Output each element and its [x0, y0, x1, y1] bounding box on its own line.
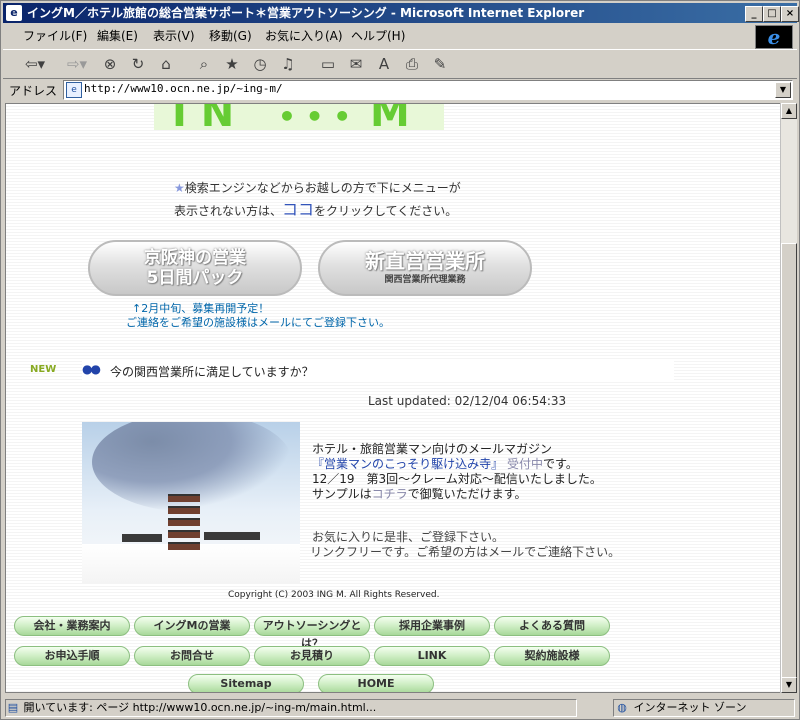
- keihanshin-pack-button[interactable]: 京阪神の営業 5日間パック: [88, 240, 302, 296]
- minimize-button[interactable]: _: [745, 6, 763, 22]
- search-icon[interactable]: ⌕: [193, 53, 215, 75]
- menu-edit[interactable]: 編集(E): [97, 28, 138, 44]
- back-icon[interactable]: ⇦▾: [21, 53, 49, 75]
- ie-logo-icon: e: [755, 25, 793, 49]
- favorites-icon[interactable]: ★: [221, 53, 243, 75]
- menu-favorites[interactable]: お気に入り(A): [265, 28, 343, 44]
- temple-roof-left: [122, 534, 162, 542]
- scroll-thumb[interactable]: [781, 243, 797, 685]
- announcement: ↑2月中旬、募集再開予定！ ご連絡をご希望の施設様はメールにてご登録下さい。: [126, 302, 390, 329]
- page-icon: e: [66, 82, 82, 98]
- address-input[interactable]: e http://www10.ocn.ne.jp/~ing-m/ ▼: [63, 80, 793, 100]
- news-link[interactable]: 今の関西営業所に満足していますか？: [110, 363, 314, 380]
- copyright: Copyright (C) 2003 ING M. All Rights Res…: [228, 590, 440, 600]
- status-text: ▤ 開いています: ページ http://www10.ocn.ne.jp/~in…: [5, 699, 577, 717]
- maximize-button[interactable]: □: [763, 6, 781, 22]
- mag-title-link[interactable]: 『営業マンのこっそり駆け込み寺』: [312, 457, 503, 471]
- title-bar: e イングM／ホテル旅館の総合営業サポート＊営業アウトソーシング - Micro…: [3, 3, 799, 23]
- window-title: イングM／ホテル旅館の総合営業サポート＊営業アウトソーシング - Microso…: [27, 6, 585, 20]
- nav-contract-facilities[interactable]: 契約施設様: [494, 646, 610, 666]
- media-icon[interactable]: ♫: [277, 53, 299, 75]
- nav-contact[interactable]: お問合せ: [134, 646, 250, 666]
- edit-icon[interactable]: ✎: [429, 53, 451, 75]
- logo-dots: • • •: [278, 103, 352, 133]
- nav-home[interactable]: HOME: [318, 674, 434, 692]
- pagoda: [168, 494, 200, 550]
- menu-go[interactable]: 移動(G): [209, 28, 252, 44]
- address-bar: アドレス e http://www10.ocn.ne.jp/~ing-m/ ▼: [3, 79, 797, 101]
- refresh-icon[interactable]: ↻: [127, 53, 149, 75]
- globe-icon: ◍: [617, 701, 627, 714]
- scroll-down-icon[interactable]: ▼: [781, 677, 797, 693]
- nav-outsourcing[interactable]: アウトソーシングとは？: [254, 616, 370, 650]
- nav-case-studies[interactable]: 採用企業事例: [374, 616, 490, 636]
- menu-help[interactable]: ヘルプ(H): [351, 28, 405, 44]
- vertical-scrollbar[interactable]: ▲ ▼: [780, 103, 797, 693]
- page-viewport: I N • • • M ★検索エンジンなどからお越しの方で下にメニューが表示され…: [5, 103, 781, 693]
- sample-link[interactable]: コチラ: [372, 487, 408, 501]
- notice-text: ★検索エンジンなどからお越しの方で下にメニューが表示されない方は、ココをクリック…: [174, 181, 461, 219]
- history-icon[interactable]: ◷: [249, 53, 271, 75]
- menu-view[interactable]: 表示(V): [153, 28, 195, 44]
- menu-file[interactable]: ファイル(F): [23, 28, 87, 44]
- temple-roof-right: [204, 532, 260, 540]
- browser-window: e イングM／ホテル旅館の総合営業サポート＊営業アウトソーシング - Micro…: [0, 0, 800, 720]
- home-icon[interactable]: ⌂: [155, 53, 177, 75]
- koko-link[interactable]: ココ: [282, 200, 314, 219]
- nav-company[interactable]: 会社・業務案内: [14, 616, 130, 636]
- close-button[interactable]: ×: [781, 6, 799, 22]
- font-icon[interactable]: A: [373, 53, 395, 75]
- security-zone: ◍ インターネット ゾーン: [613, 699, 795, 717]
- last-updated: Last updated: 02/12/04 06:54:33: [368, 394, 567, 408]
- status-bar: ▤ 開いています: ページ http://www10.ocn.ne.jp/~in…: [3, 697, 797, 719]
- address-label: アドレス: [9, 84, 58, 98]
- fullscreen-icon[interactable]: ▭: [317, 53, 339, 75]
- scroll-up-icon[interactable]: ▲: [781, 103, 797, 119]
- bullet-dots-icon: ●●: [82, 362, 101, 376]
- print-icon[interactable]: ⎙: [401, 53, 423, 75]
- mag-status-link[interactable]: 受付中: [507, 457, 543, 471]
- chevron-down-icon[interactable]: ▼: [775, 82, 791, 98]
- nav-faq[interactable]: よくある質問: [494, 616, 610, 636]
- kyoto-pagoda-photo: [82, 422, 300, 584]
- nav-ingm-sales[interactable]: イングMの営業: [134, 616, 250, 636]
- favorites-notice: お気に入りに是非、ご登録下さい。 リンクフリーです。ご希望の方はメールでご連絡下…: [310, 530, 621, 559]
- page-loading-icon: ▤: [7, 701, 19, 714]
- address-url[interactable]: http://www10.ocn.ne.jp/~ing-m/: [84, 82, 283, 95]
- shinchoku-office-button[interactable]: 新直営営業所 関西営業所代理業務: [318, 240, 532, 296]
- toolbar: ⇦▾ ⇨▾ ⊗ ↻ ⌂ ⌕ ★ ◷ ♫ ▭ ✉ A ⎙ ✎: [3, 49, 797, 79]
- logo-letters-left: I N: [172, 103, 235, 136]
- nav-sitemap[interactable]: Sitemap: [188, 674, 304, 692]
- forward-icon[interactable]: ⇨▾: [63, 53, 91, 75]
- mail-icon[interactable]: ✉: [345, 53, 367, 75]
- menu-bar: ファイル(F) 編集(E) 表示(V) 移動(G) お気に入り(A) ヘルプ(H…: [3, 25, 797, 47]
- nav-link[interactable]: LINK: [374, 646, 490, 666]
- site-logo-banner: I N • • • M: [154, 103, 444, 136]
- logo-letter-m: M: [370, 103, 410, 136]
- ie-page-icon: e: [6, 5, 22, 21]
- new-badge: NEW: [30, 364, 57, 375]
- nav-estimate[interactable]: お見積り: [254, 646, 370, 666]
- star-icon: ★: [174, 181, 185, 195]
- mail-magazine-info: ホテル・旅館営業マン向けのメールマガジン 『営業マンのこっそり駆け込み寺』 受付…: [312, 442, 602, 501]
- stop-icon[interactable]: ⊗: [99, 53, 121, 75]
- snow-ground: [82, 544, 300, 584]
- nav-application[interactable]: お申込手順: [14, 646, 130, 666]
